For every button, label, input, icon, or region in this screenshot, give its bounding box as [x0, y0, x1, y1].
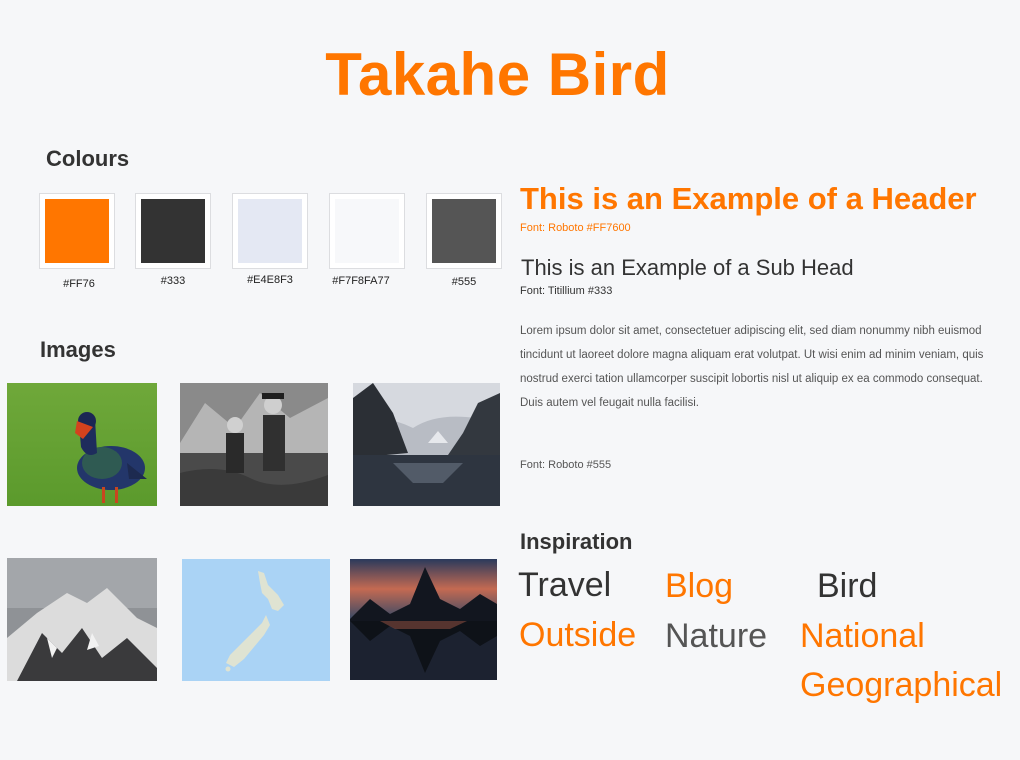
- swatch-light-blue: [232, 193, 308, 269]
- swatch-off-white: [329, 193, 405, 269]
- swatch-label: #E4E8F3: [247, 274, 293, 286]
- body-text-example: Lorem ipsum dolor sit amet, consectetuer…: [520, 325, 984, 409]
- inspiration-word: Geographical: [800, 666, 1003, 704]
- inspiration-word: Blog: [665, 567, 734, 605]
- inspiration-word: National: [800, 617, 925, 655]
- swatch-dark: [135, 193, 211, 269]
- snowy-mountain-image: [7, 558, 157, 681]
- takahe-bird-image: [7, 383, 157, 506]
- inspiration-heading: Inspiration: [520, 529, 633, 554]
- mountain-reflection-image: [350, 559, 497, 680]
- subhead-font-note: Font: Titillium #333: [520, 285, 613, 297]
- header-font-note: Font: Roboto #FF7600: [520, 222, 631, 234]
- inspiration-word: Nature: [665, 617, 768, 655]
- swatch-label: #FF76: [63, 278, 95, 290]
- swatch-orange: [39, 193, 115, 269]
- header-example: This is an Example of a Header: [520, 181, 977, 216]
- colours-heading: Colours: [46, 146, 130, 171]
- body-font-note: Font: Roboto #555: [520, 459, 612, 471]
- inspiration-word: Outside: [519, 616, 637, 654]
- swatch-label: #333: [160, 275, 186, 287]
- inspiration-word: Bird: [817, 567, 878, 605]
- historic-explorers-image: [180, 383, 328, 506]
- fjord-landscape-image: [353, 383, 500, 506]
- swatch-label: #F7F8FA77: [332, 275, 390, 287]
- inspiration-word: Travel: [518, 566, 612, 604]
- swatch-label: #555: [451, 276, 477, 288]
- page-title: Takahe Bird: [325, 41, 670, 108]
- new-zealand-map-image: [182, 559, 330, 681]
- swatch-grey: [426, 193, 502, 269]
- images-heading: Images: [40, 337, 116, 362]
- subhead-example: This is an Example of a Sub Head: [521, 255, 854, 280]
